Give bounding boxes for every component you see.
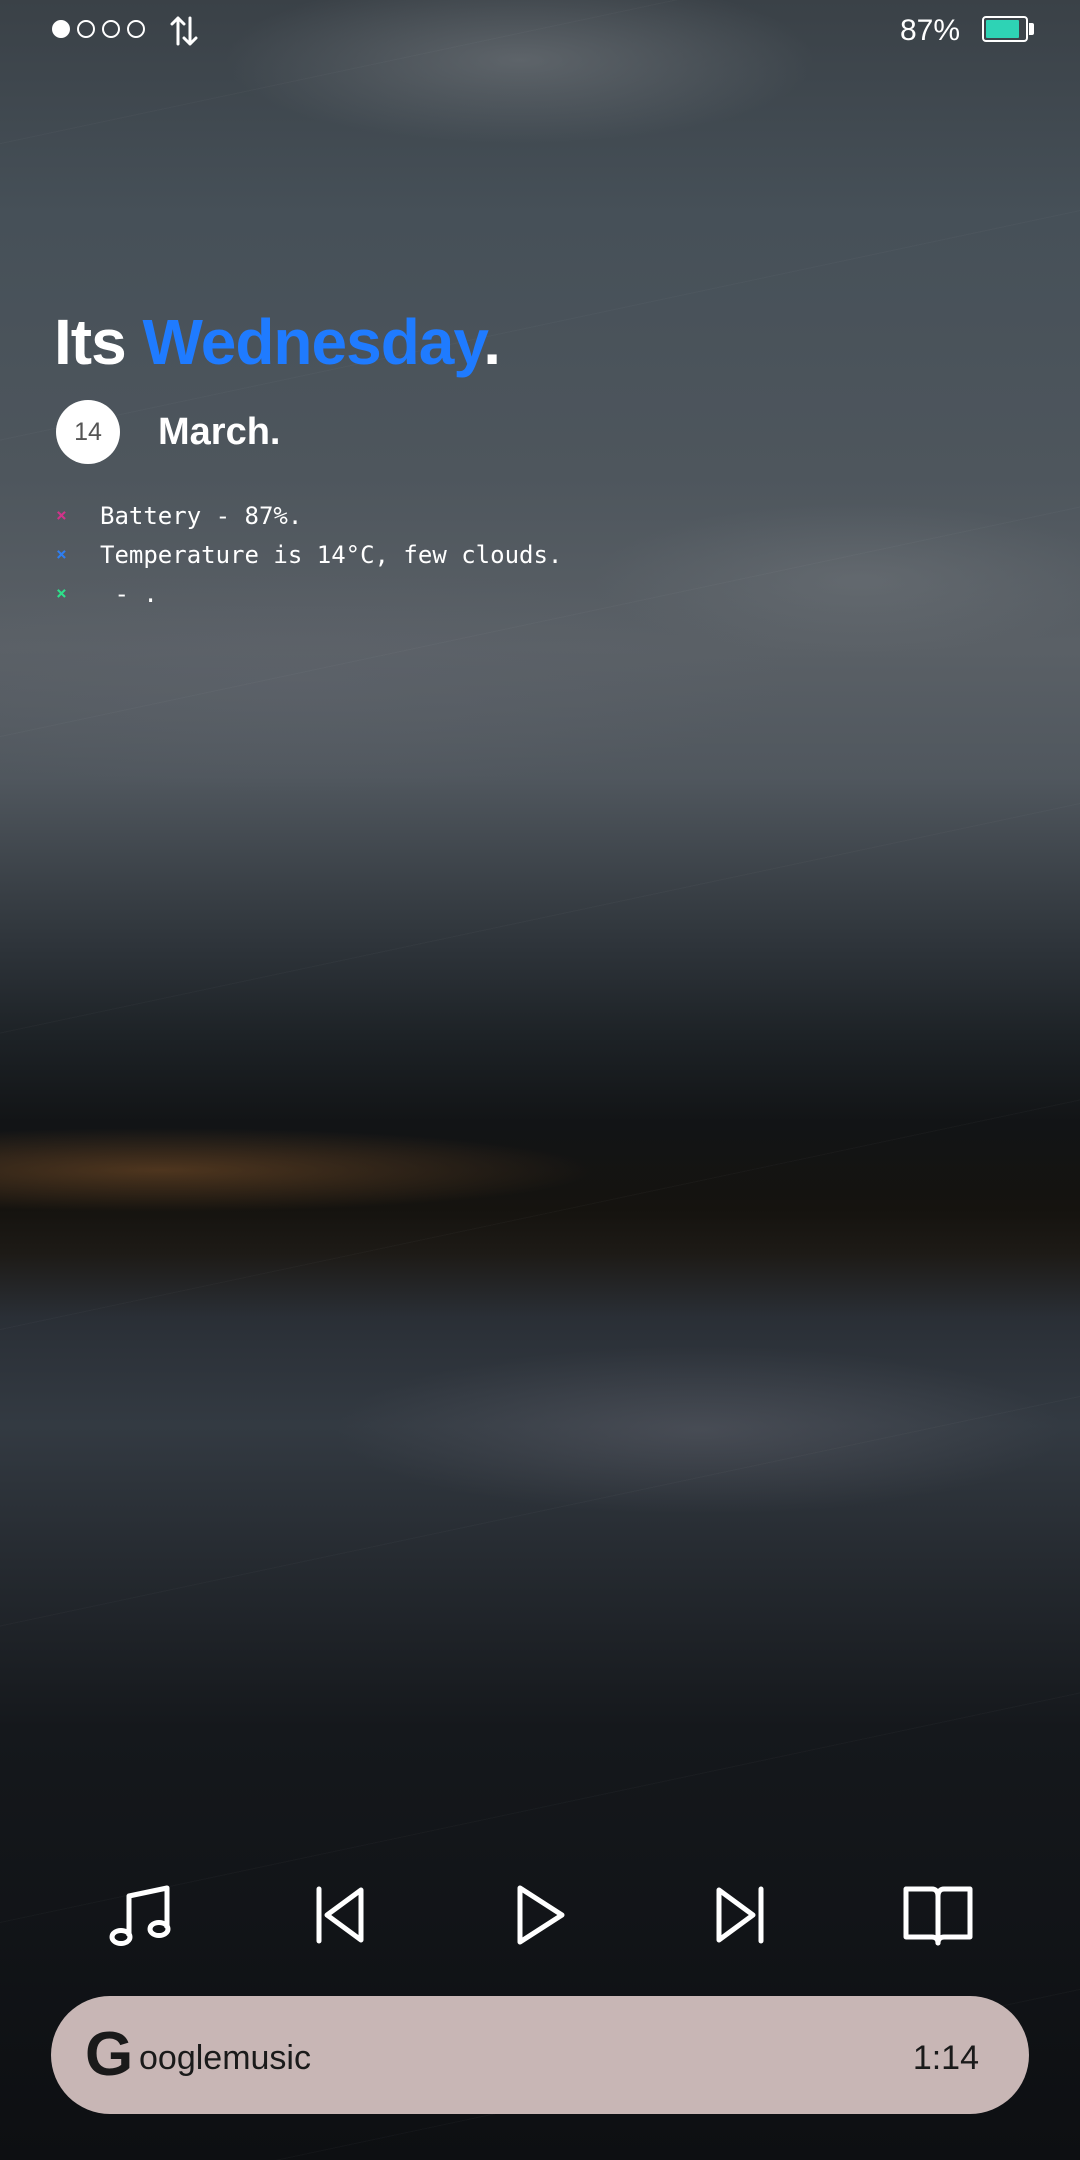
- signal-dot: [77, 20, 95, 38]
- next-track-button[interactable]: [699, 1875, 779, 1955]
- battery-tip: [1029, 23, 1034, 35]
- info-text: Temperature is 14°C, few clouds.: [100, 540, 563, 569]
- play-icon: [517, 1885, 565, 1945]
- info-bullet-icon: ×: [56, 544, 67, 565]
- library-button[interactable]: [898, 1875, 978, 1955]
- date-badge: 14: [56, 400, 120, 464]
- status-bar: 87%: [0, 0, 1080, 60]
- previous-track-button[interactable]: [301, 1875, 381, 1955]
- battery-percentage: 87%: [899, 14, 960, 47]
- day-name: Wednesday: [142, 306, 484, 378]
- music-app-button[interactable]: [102, 1875, 182, 1955]
- signal-strength-icon: [52, 20, 145, 38]
- info-text: Battery - 87%.: [100, 501, 303, 530]
- signal-dot: [102, 20, 120, 38]
- signal-dot: [127, 20, 145, 38]
- info-bullet-icon: ×: [56, 583, 67, 604]
- battery-level-fill: [986, 20, 1020, 38]
- now-playing-bar[interactable]: G ooglemusic 1:14: [51, 1996, 1029, 2114]
- media-controls: [0, 1875, 1080, 1955]
- greeting-suffix: .: [483, 306, 501, 378]
- month-label: March.: [158, 410, 281, 453]
- skip-next-icon: [716, 1886, 764, 1944]
- info-list: × Battery - 87%. × Temperature is 14°C, …: [56, 496, 562, 613]
- date-row: 14 March.: [56, 400, 280, 464]
- info-item-temperature: × Temperature is 14°C, few clouds.: [56, 535, 562, 574]
- google-logo-letter: G: [85, 2020, 134, 2089]
- data-transfer-arrows-icon: [170, 16, 198, 46]
- music-note-icon: [109, 1885, 171, 1946]
- greeting-prefix: Its: [54, 306, 143, 378]
- book-icon: [903, 1886, 973, 1946]
- day-headline: Its Wednesday.: [54, 305, 501, 379]
- skip-previous-icon: [316, 1886, 364, 1944]
- info-item-battery: × Battery - 87%.: [56, 496, 562, 535]
- signal-dot: [52, 20, 70, 38]
- play-button[interactable]: [500, 1875, 580, 1955]
- player-time: 1:14: [912, 2039, 979, 2077]
- player-title: ooglemusic: [139, 2039, 311, 2077]
- battery-icon: [982, 16, 1028, 42]
- info-text: - .: [100, 579, 158, 608]
- info-item-empty: × - .: [56, 574, 562, 613]
- info-bullet-icon: ×: [56, 505, 67, 526]
